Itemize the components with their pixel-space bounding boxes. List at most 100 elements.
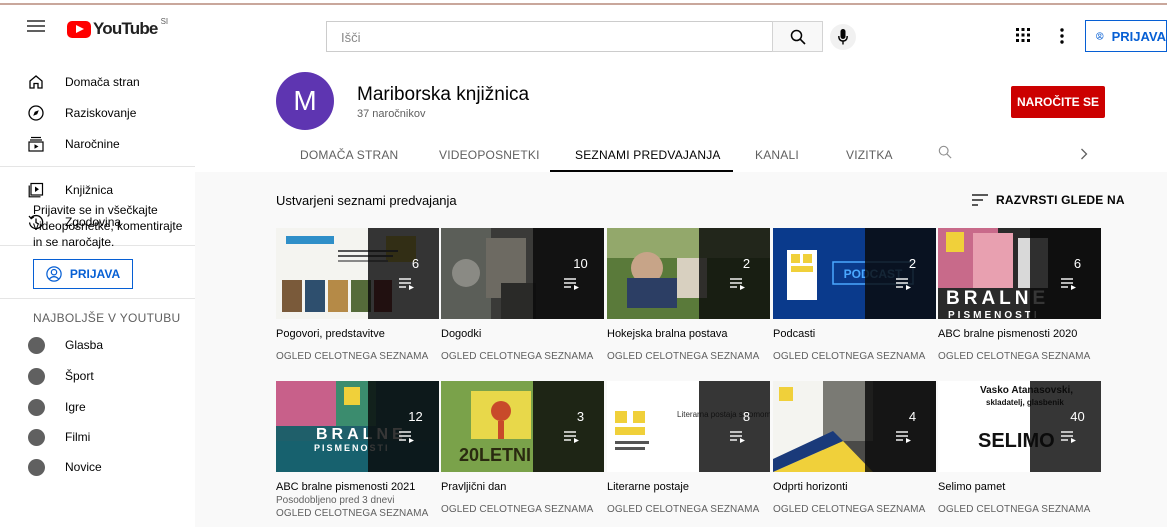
playlist-count-overlay: 4 xyxy=(865,381,936,472)
active-tab-indicator xyxy=(550,170,733,172)
video-count: 4 xyxy=(908,409,917,424)
tab-channels[interactable]: KANALI xyxy=(755,148,799,162)
playlist-icon xyxy=(564,431,579,443)
video-count: 40 xyxy=(1070,409,1085,424)
youtube-play-icon xyxy=(67,20,91,38)
sidebar-item-explore[interactable]: Raziskovanje xyxy=(0,98,195,128)
playlist-title[interactable]: ABC bralne pismenosti 2021 xyxy=(276,481,415,493)
compass-icon xyxy=(28,105,44,121)
home-icon xyxy=(29,75,43,89)
logo-text: YouTube xyxy=(93,19,158,38)
signin-message: Prijavite se in všečkajte videoposnetke,… xyxy=(33,203,183,249)
more-options-icon[interactable] xyxy=(1059,28,1065,44)
playlist-thumbnail[interactable]: Literarna postaja s Tomom Podstenškom 8 xyxy=(607,381,770,472)
playlist-count-overlay: 6 xyxy=(1030,228,1101,319)
subscriber-count: 37 naročnikov xyxy=(357,108,426,120)
playlist-title[interactable]: Pravljični dan xyxy=(441,481,506,493)
playlist-icon xyxy=(730,278,745,290)
view-full-playlist-link[interactable]: OGLED CELOTNEGA SEZNAMA xyxy=(607,351,759,362)
view-full-playlist-link[interactable]: OGLED CELOTNEGA SEZNAMA xyxy=(938,351,1090,362)
playlist-title[interactable]: Podcasti xyxy=(773,328,815,340)
youtube-logo[interactable]: YouTube SI xyxy=(67,17,168,39)
view-full-playlist-link[interactable]: OGLED CELOTNEGA SEZNAMA xyxy=(773,504,925,515)
sidebar-item-movies[interactable]: Filmi xyxy=(0,422,195,452)
sidebar-signin-label: PRIJAVA xyxy=(69,267,121,281)
gaming-icon xyxy=(28,398,45,416)
playlist-title[interactable]: ABC bralne pismenosti 2020 xyxy=(938,328,1077,340)
playlist-title[interactable]: Literarne postaje xyxy=(607,481,689,493)
sidebar-item-label: Šport xyxy=(65,369,94,383)
signin-button[interactable]: PRIJAVA xyxy=(1085,20,1167,52)
trophy-icon xyxy=(28,367,45,385)
sidebar-item-subscriptions[interactable]: Naročnine xyxy=(0,129,195,159)
subscriptions-icon xyxy=(28,136,44,152)
view-full-playlist-link[interactable]: OGLED CELOTNEGA SEZNAMA xyxy=(276,351,428,362)
channel-avatar[interactable]: M xyxy=(276,72,334,130)
apps-grid-icon[interactable] xyxy=(1016,28,1030,42)
playlist-icon xyxy=(730,431,745,443)
playlist-thumbnail[interactable]: 6 xyxy=(276,228,439,319)
section-title: Ustvarjeni seznami predvajanja xyxy=(276,193,457,208)
view-full-playlist-link[interactable]: OGLED CELOTNEGA SEZNAMA xyxy=(441,351,593,362)
sidebar-item-news[interactable]: Novice xyxy=(0,452,195,482)
sidebar-item-gaming[interactable]: Igre xyxy=(0,392,195,422)
voice-search-button[interactable] xyxy=(830,24,856,50)
playlist-thumbnail[interactable]: 10 xyxy=(441,228,604,319)
tab-about[interactable]: VIZITKA xyxy=(846,148,893,162)
playlist-icon xyxy=(399,431,414,443)
tab-home[interactable]: DOMAČA STRAN xyxy=(300,148,398,162)
playlist-thumbnail[interactable]: PODCAST 2 xyxy=(773,228,936,319)
playlist-title[interactable]: Pogovori, predstavitve xyxy=(276,328,385,340)
playlist-count-overlay: 8 xyxy=(699,381,770,472)
playlist-thumbnail[interactable]: 20LETNI 3 xyxy=(441,381,604,472)
playlist-title[interactable]: Dogodki xyxy=(441,328,481,340)
sidebar-item-label: Novice xyxy=(65,460,102,474)
playlist-title[interactable]: Hokejska bralna postava xyxy=(607,328,727,340)
sidebar-item-library[interactable]: Knjižnica xyxy=(0,175,195,205)
sort-button[interactable]: RAZVRSTI GLEDE NA xyxy=(972,193,1125,207)
playlist-count-overlay: 3 xyxy=(533,381,604,472)
view-full-playlist-link[interactable]: OGLED CELOTNEGA SEZNAMA xyxy=(607,504,759,515)
playlist-thumbnail[interactable]: Vasko Atanasovski, skladatelj, glasbenik… xyxy=(938,381,1101,472)
playlist-title[interactable]: Selimo pamet xyxy=(938,481,1005,493)
video-count: 6 xyxy=(1073,256,1082,271)
browser-top-line xyxy=(0,0,1167,7)
sidebar-signin-button[interactable]: PRIJAVA xyxy=(33,259,133,289)
view-full-playlist-link[interactable]: OGLED CELOTNEGA SEZNAMA xyxy=(441,504,593,515)
sidebar-item-label: Naročnine xyxy=(65,137,120,151)
sidebar-item-label: Glasba xyxy=(65,338,104,352)
search-placeholder: Išči xyxy=(341,30,361,45)
sidebar-item-home[interactable]: Domača stran xyxy=(0,67,195,97)
library-icon xyxy=(28,182,44,198)
playlist-thumbnail[interactable]: BRALNE PISMENOSTI 12 xyxy=(276,381,439,472)
view-full-playlist-link[interactable]: OGLED CELOTNEGA SEZNAMA xyxy=(276,508,428,519)
video-count: 12 xyxy=(408,409,423,424)
view-full-playlist-link[interactable]: OGLED CELOTNEGA SEZNAMA xyxy=(773,351,925,362)
view-full-playlist-link[interactable]: OGLED CELOTNEGA SEZNAMA xyxy=(938,504,1090,515)
chevron-right-icon[interactable] xyxy=(1080,148,1088,160)
playlist-thumbnail[interactable]: 4 xyxy=(773,381,936,472)
sidebar-item-sport[interactable]: Šport xyxy=(0,361,195,391)
search-input[interactable]: Išči xyxy=(326,21,772,52)
menu-icon[interactable] xyxy=(27,20,45,32)
sort-label: RAZVRSTI GLEDE NA xyxy=(996,193,1125,207)
sidebar-item-label: Filmi xyxy=(65,430,91,444)
tab-videos[interactable]: VIDEOPOSNETKI xyxy=(439,148,540,162)
sidebar-item-label: Raziskovanje xyxy=(65,106,137,120)
sidebar-item-music[interactable]: Glasba xyxy=(0,330,195,360)
signin-label: PRIJAVA xyxy=(1111,28,1166,44)
playlist-thumbnail[interactable]: BRALNE PISMENOSTI 6 xyxy=(938,228,1101,319)
tab-playlists[interactable]: SEZNAMI PREDVAJANJA xyxy=(575,148,721,162)
microphone-icon xyxy=(838,29,848,45)
playlist-title[interactable]: Odprti horizonti xyxy=(773,481,848,493)
video-count: 6 xyxy=(411,256,420,271)
playlist-thumbnail[interactable]: 2 xyxy=(607,228,770,319)
sort-icon xyxy=(972,194,988,206)
playlist-count-overlay: 10 xyxy=(533,228,604,319)
search-button[interactable] xyxy=(772,21,823,52)
sidebar-item-label: Knjižnica xyxy=(65,183,114,197)
news-icon xyxy=(28,458,45,476)
subscribe-button[interactable]: NAROČITE SE xyxy=(1011,86,1105,118)
playlist-icon xyxy=(1061,431,1076,443)
channel-search-icon[interactable] xyxy=(938,145,952,159)
